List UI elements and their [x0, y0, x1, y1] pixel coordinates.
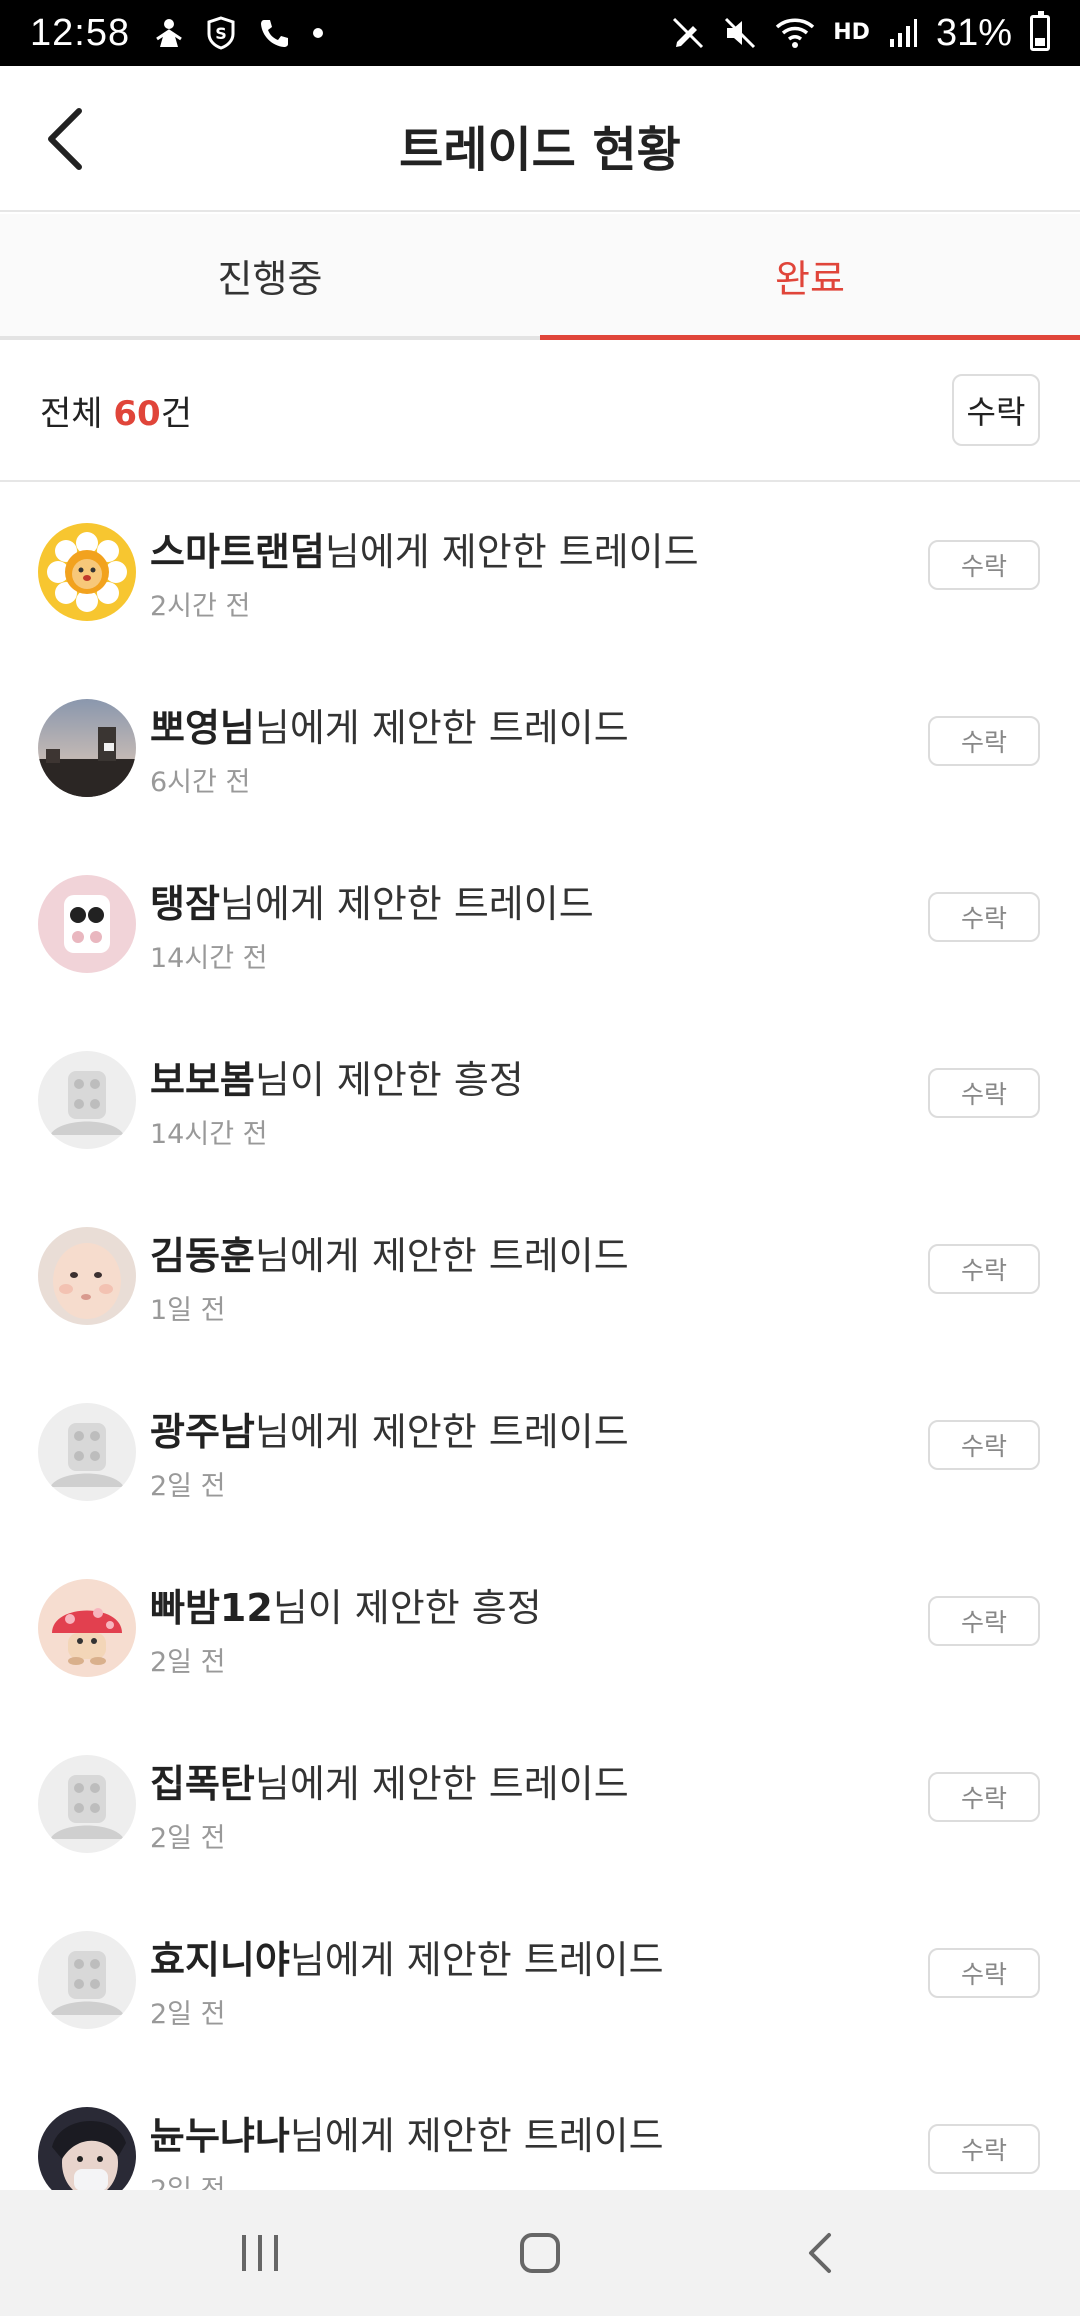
total-suffix: 건: [160, 393, 192, 434]
nickname: 스마트랜덤: [150, 530, 325, 574]
home-button[interactable]: [495, 2208, 585, 2298]
wifi-icon: [775, 17, 815, 49]
avatar: [38, 1931, 136, 2029]
call-icon: [258, 17, 290, 49]
tab-bar: 진행중 완료: [0, 214, 1080, 340]
signal-icon: [888, 17, 918, 49]
dot-icon: [312, 27, 324, 39]
nickname: 집폭탄: [150, 1762, 255, 1806]
list-item[interactable]: 빠밤12님이 제안한 흥정 2일 전 수락: [0, 1540, 1080, 1716]
battery-icon: [1030, 11, 1050, 51]
item-description: 님에게 제안한 트레이드: [324, 530, 699, 574]
nickname: 빠밤12: [150, 1586, 273, 1630]
s-shield-icon: S: [206, 16, 236, 50]
nav-back-button[interactable]: [775, 2208, 865, 2298]
nickname: 뉸누냐나: [150, 2114, 290, 2158]
accept-button[interactable]: 수락: [928, 1948, 1040, 1998]
avatar: [38, 1227, 136, 1325]
item-description: 님에게 제안한 트레이드: [219, 882, 594, 926]
pen-off-icon: [671, 16, 705, 50]
accept-button[interactable]: 수락: [928, 1068, 1040, 1118]
nickname: 보보봄: [150, 1058, 255, 1102]
avatar: [38, 1403, 136, 1501]
item-description: 님이 제안한 흥정: [254, 1058, 524, 1102]
tab-completed[interactable]: 완료: [540, 214, 1080, 340]
item-time: 2일 전: [150, 1999, 226, 2030]
list-item[interactable]: 보보봄님이 제안한 흥정 14시간 전 수락: [0, 1012, 1080, 1188]
app-bar: 트레이드 현황: [0, 66, 1080, 212]
list-item[interactable]: 김동훈님에게 제안한 트레이드 1일 전 수락: [0, 1188, 1080, 1364]
item-time: 2일 전: [150, 1647, 226, 1678]
item-time: 2일 전: [150, 1471, 226, 1502]
accept-button[interactable]: 수락: [928, 2124, 1040, 2174]
filter-button[interactable]: 수락: [952, 374, 1040, 446]
summary-row: 전체 60건 수락: [0, 340, 1080, 482]
trade-list: 스마트랜덤님에게 제안한 트레이드 2시간 전 수락 뽀영님님에게 제안한 트레…: [0, 484, 1080, 2244]
accept-button[interactable]: 수락: [928, 1596, 1040, 1646]
avatar: [38, 699, 136, 797]
item-description: 님에게 제안한 트레이드: [254, 1410, 629, 1454]
item-description: 님에게 제안한 트레이드: [254, 706, 629, 750]
accept-button[interactable]: 수락: [928, 540, 1040, 590]
nickname: 뽀영님: [150, 706, 255, 750]
status-bar: 12:58 S HD 31%: [0, 0, 1080, 66]
page-title: 트레이드 현황: [399, 122, 681, 178]
recent-apps-button[interactable]: [215, 2208, 305, 2298]
hd-voice-icon: HD: [833, 22, 870, 44]
accept-button[interactable]: 수락: [928, 716, 1040, 766]
item-time: 6시간 전: [150, 767, 251, 798]
avatar: [38, 523, 136, 621]
item-time: 14시간 전: [150, 1119, 268, 1150]
avatar: [38, 1579, 136, 1677]
list-item[interactable]: 탱잠님에게 제안한 트레이드 14시간 전 수락: [0, 836, 1080, 1012]
system-nav-bar: [0, 2190, 1080, 2316]
list-item[interactable]: 효지니야님에게 제안한 트레이드 2일 전 수락: [0, 1892, 1080, 2068]
list-item[interactable]: 집폭탄님에게 제안한 트레이드 2일 전 수락: [0, 1716, 1080, 1892]
avatar: [38, 1755, 136, 1853]
mute-icon: [723, 16, 757, 50]
item-description: 님에게 제안한 트레이드: [254, 1762, 629, 1806]
accept-button[interactable]: 수락: [928, 1772, 1040, 1822]
svg-text:S: S: [215, 24, 227, 43]
total-count: 전체 60건: [40, 386, 192, 435]
avatar: [38, 1051, 136, 1149]
item-description: 님이 제안한 흥정: [272, 1586, 542, 1630]
person-icon: [154, 17, 184, 49]
nickname: 김동훈: [150, 1234, 255, 1278]
item-time: 2일 전: [150, 1823, 226, 1854]
total-number: 60: [113, 393, 161, 434]
accept-button[interactable]: 수락: [928, 1420, 1040, 1470]
list-item[interactable]: 광주남님에게 제안한 트레이드 2일 전 수락: [0, 1364, 1080, 1540]
item-description: 님에게 제안한 트레이드: [289, 2114, 664, 2158]
accept-button[interactable]: 수락: [928, 1244, 1040, 1294]
tab-in-progress[interactable]: 진행중: [0, 214, 540, 336]
avatar: [38, 875, 136, 973]
nickname: 효지니야: [150, 1938, 290, 1982]
nickname: 광주남: [150, 1410, 255, 1454]
item-time: 14시간 전: [150, 943, 268, 974]
home-icon: [520, 2233, 560, 2273]
status-time: 12:58: [30, 11, 131, 54]
hd-label: HD: [833, 20, 870, 45]
list-item[interactable]: 스마트랜덤님에게 제안한 트레이드 2시간 전 수락: [0, 484, 1080, 660]
item-description: 님에게 제안한 트레이드: [254, 1234, 629, 1278]
back-icon: [809, 2233, 831, 2273]
nickname: 탱잠: [150, 882, 220, 926]
item-description: 님에게 제안한 트레이드: [289, 1938, 664, 1982]
list-item[interactable]: 뽀영님님에게 제안한 트레이드 6시간 전 수락: [0, 660, 1080, 836]
item-time: 1일 전: [150, 1295, 226, 1326]
battery-percent: 31%: [935, 11, 1012, 54]
total-prefix: 전체: [40, 393, 114, 434]
item-time: 2시간 전: [150, 591, 251, 622]
recent-apps-icon: [242, 2235, 278, 2271]
accept-button[interactable]: 수락: [928, 892, 1040, 942]
